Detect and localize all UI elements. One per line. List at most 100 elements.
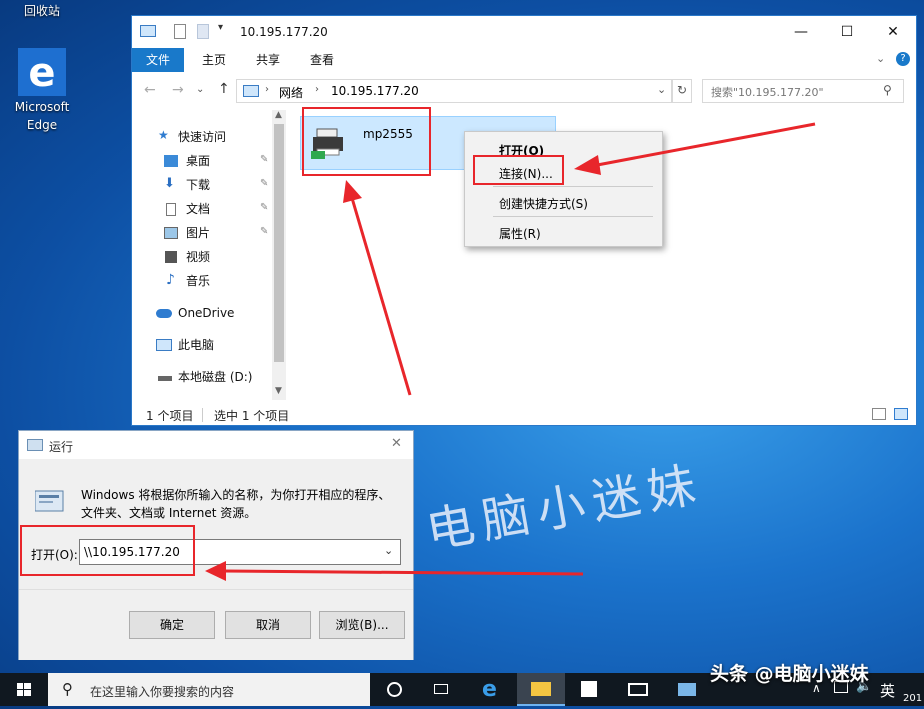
edge-icon: e [482, 677, 497, 702]
pin-icon[interactable]: ✎ [260, 203, 268, 213]
window-title: 10.195.177.20 [240, 25, 328, 39]
status-selected: 选中 1 个项目 [214, 409, 290, 423]
pin-icon[interactable]: ✎ [260, 227, 268, 237]
music-icon: ♪ [166, 272, 175, 288]
edge-icon: e [18, 48, 66, 96]
clock-text[interactable]: 201 [903, 693, 924, 704]
svg-text:e: e [28, 50, 55, 96]
scroll-thumb[interactable] [274, 124, 284, 362]
properties-quick-icon[interactable] [174, 24, 186, 39]
taskbar-search-placeholder: 在这里输入你要搜索的内容 [90, 685, 235, 699]
taskbar-mail-button[interactable] [615, 673, 663, 706]
ribbon-expand-icon[interactable]: ⌄ [876, 52, 885, 65]
nav-scrollbar[interactable]: ▲ ▼ [272, 110, 286, 400]
ime-indicator[interactable]: 英 [880, 680, 895, 701]
menu-separator [493, 186, 653, 187]
minimize-button[interactable]: — [778, 16, 824, 48]
nav-pictures[interactable]: 图片 ✎ [132, 222, 272, 244]
search-box[interactable]: 搜索"10.195.177.20" ⚲ [702, 79, 904, 103]
cortana-circle-icon [387, 682, 402, 697]
run-title: 运行 [49, 440, 74, 454]
quick-access-dropdown-icon[interactable]: ▾ [218, 22, 223, 33]
cortana-button[interactable] [370, 673, 418, 706]
nav-quick-access[interactable]: ★ 快速访问 [132, 126, 272, 148]
nav-downloads[interactable]: ⬇ 下载 ✎ [132, 174, 272, 196]
nav-onedrive[interactable]: OneDrive [132, 302, 272, 324]
nav-label: 快速访问 [178, 130, 227, 144]
edge-label-line1: Microsoft [14, 100, 70, 114]
refresh-icon: ↻ [677, 83, 688, 97]
address-bar[interactable]: › 网络 › 10.195.177.20 ⌄ [236, 79, 672, 103]
pin-icon[interactable]: ✎ [260, 155, 268, 165]
breadcrumb-host[interactable]: 10.195.177.20 [331, 84, 419, 98]
drive-icon [158, 376, 172, 381]
run-app-icon [678, 683, 696, 696]
nav-music[interactable]: ♪ 音乐 [132, 270, 272, 292]
close-button[interactable]: ✕ [870, 16, 916, 48]
tab-share[interactable]: 共享 [242, 48, 294, 72]
nav-this-pc[interactable]: 此电脑 [132, 334, 272, 356]
store-bag-icon [581, 681, 597, 697]
tab-view[interactable]: 查看 [296, 48, 348, 72]
browse-button[interactable]: 浏览(B)... [319, 611, 405, 639]
start-button[interactable] [0, 673, 48, 706]
taskbar-store-button[interactable] [566, 673, 614, 706]
brand-watermark: 头条 @电脑小迷妹 [710, 663, 869, 685]
edge-desktop-shortcut[interactable]: e Microsoft Edge [8, 48, 76, 138]
run-close-button[interactable]: ✕ [391, 436, 402, 451]
breadcrumb-network[interactable]: 网络 [279, 84, 303, 101]
watermark-text: 电脑小迷妹 [422, 456, 708, 560]
recent-dropdown-icon[interactable]: ⌄ [196, 84, 204, 95]
nav-label: OneDrive [178, 306, 235, 320]
maximize-button[interactable]: ☐ [824, 16, 870, 48]
nav-desktop[interactable]: 桌面 ✎ [132, 150, 272, 172]
tab-home[interactable]: 主页 [188, 48, 240, 72]
back-arrow-icon[interactable]: ← [144, 82, 156, 98]
menu-properties[interactable]: 属性(R) [499, 225, 541, 242]
network-location-icon [243, 85, 259, 97]
recycle-bin-label[interactable]: 回收站 [12, 2, 72, 19]
video-icon [165, 251, 177, 263]
up-arrow-icon[interactable]: ↑ [218, 81, 230, 97]
menu-create-shortcut[interactable]: 创建快捷方式(S) [499, 195, 588, 212]
nav-local-disk-d[interactable]: 本地磁盘 (D:) [132, 366, 272, 388]
details-view-icon[interactable] [872, 408, 886, 420]
breadcrumb-sep-icon[interactable]: › [265, 84, 269, 95]
taskbar-run-button[interactable] [664, 673, 712, 706]
status-divider [202, 408, 203, 422]
tab-file[interactable]: 文件 [132, 48, 185, 72]
run-icon [27, 439, 43, 451]
new-folder-quick-icon[interactable] [197, 24, 209, 39]
run-description-line1: Windows 将根据你所输入的名称，为你打开相应的程序、 [81, 488, 391, 502]
nav-label: 此电脑 [178, 338, 215, 352]
nav-label: 音乐 [186, 274, 211, 288]
cancel-button[interactable]: 取消 [225, 611, 311, 639]
nav-label: 本地磁盘 (D:) [178, 370, 253, 384]
document-icon [166, 203, 176, 216]
navigation-pane: ★ 快速访问 桌面 ✎ ⬇ 下载 ✎ 文档 ✎ 图片 ✎ 视频 ♪ 音乐 One… [132, 108, 288, 404]
large-icons-view-icon[interactable] [894, 408, 908, 420]
forward-arrow-icon[interactable]: → [172, 82, 184, 98]
cloud-icon [156, 309, 172, 318]
help-icon[interactable]: ? [896, 52, 910, 66]
chevron-down-icon[interactable]: ⌄ [384, 544, 393, 557]
address-dropdown-icon[interactable]: ⌄ [657, 83, 666, 96]
task-view-button[interactable] [418, 673, 466, 706]
pin-icon[interactable]: ✎ [260, 179, 268, 189]
taskbar-edge-button[interactable]: e [468, 673, 516, 706]
breadcrumb-sep-icon[interactable]: › [315, 84, 319, 95]
nav-videos[interactable]: 视频 [132, 246, 272, 268]
nav-label: 图片 [186, 226, 211, 240]
folder-icon [531, 682, 551, 696]
taskbar-search-box[interactable]: ⚲ 在这里输入你要搜索的内容 [48, 673, 370, 706]
ok-button[interactable]: 确定 [129, 611, 215, 639]
taskbar-explorer-button[interactable] [517, 673, 565, 706]
computer-icon [156, 339, 172, 351]
annotation-box-open-input [20, 525, 195, 576]
refresh-button[interactable]: ↻ [672, 79, 692, 103]
scroll-up-icon[interactable]: ▲ [275, 110, 282, 120]
nav-documents[interactable]: 文档 ✎ [132, 198, 272, 220]
nav-label: 桌面 [186, 154, 211, 168]
scroll-down-icon[interactable]: ▼ [275, 386, 282, 396]
annotation-box-connect [473, 155, 564, 185]
